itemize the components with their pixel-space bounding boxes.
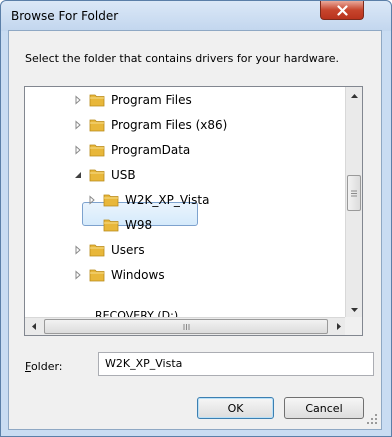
vertical-scroll-thumb[interactable] bbox=[347, 175, 361, 211]
expand-arrow-icon[interactable] bbox=[73, 245, 83, 255]
grip-icon bbox=[351, 190, 357, 196]
expand-arrow-icon[interactable] bbox=[73, 270, 83, 280]
scrollbar-corner bbox=[345, 317, 362, 335]
tree-item-w2k-xp-vista[interactable]: W2K_XP_Vista bbox=[87, 189, 209, 211]
scroll-left-button[interactable] bbox=[25, 318, 42, 335]
tree-item-program-files-x86[interactable]: Program Files (x86) bbox=[73, 114, 227, 136]
resize-grip-icon[interactable] bbox=[366, 413, 378, 425]
tree-item-label: USB bbox=[111, 168, 136, 182]
folder-tree[interactable]: Program Files Program Files (x86) Progra… bbox=[24, 86, 363, 336]
expand-arrow-icon[interactable] bbox=[73, 95, 83, 105]
close-button[interactable] bbox=[320, 1, 364, 20]
ok-button[interactable]: OK bbox=[197, 397, 274, 419]
tree-item-label: Program Files bbox=[111, 93, 192, 107]
expand-arrow-icon[interactable] bbox=[73, 145, 83, 155]
tree-item-label: Windows bbox=[111, 268, 165, 282]
tree-item-programdata[interactable]: ProgramData bbox=[73, 139, 190, 161]
tree-item-label: ProgramData bbox=[111, 143, 191, 157]
window-title: Browse For Folder bbox=[11, 9, 119, 23]
tree-item-label: Program Files (x86) bbox=[111, 118, 228, 132]
cancel-button[interactable]: Cancel bbox=[284, 397, 364, 419]
tree-item-label: Users bbox=[111, 243, 145, 257]
scroll-left-icon bbox=[31, 323, 36, 330]
tree-item-label: W98 bbox=[125, 218, 153, 232]
scroll-up-icon bbox=[350, 93, 358, 98]
scroll-right-icon bbox=[336, 323, 341, 330]
folder-icon bbox=[89, 269, 105, 282]
close-icon bbox=[336, 4, 348, 16]
expand-arrow-icon[interactable] bbox=[73, 120, 83, 130]
tree-item-usb[interactable]: USB bbox=[73, 164, 136, 186]
folder-icon bbox=[89, 94, 105, 107]
vertical-scrollbar[interactable] bbox=[345, 87, 362, 318]
tree-item-program-files[interactable]: Program Files bbox=[73, 89, 192, 111]
horizontal-scroll-thumb[interactable] bbox=[44, 319, 328, 334]
folder-input[interactable]: W2K_XP_Vista bbox=[98, 352, 374, 376]
grip-icon bbox=[183, 323, 189, 330]
tree-item-label: W2K_XP_Vista bbox=[125, 193, 210, 207]
folder-icon bbox=[103, 219, 119, 232]
folder-label-text: older: bbox=[30, 360, 63, 373]
scroll-up-button[interactable] bbox=[346, 87, 362, 104]
collapse-arrow-icon[interactable] bbox=[73, 170, 83, 180]
instruction-text: Select the folder that contains drivers … bbox=[25, 52, 340, 65]
horizontal-scrollbar[interactable] bbox=[25, 317, 347, 335]
scroll-down-icon bbox=[350, 307, 358, 312]
expand-arrow-icon[interactable] bbox=[87, 195, 97, 205]
folder-icon bbox=[89, 169, 105, 182]
folder-icon bbox=[89, 144, 105, 157]
tree-item-w98[interactable]: W98 bbox=[103, 214, 152, 236]
tree-item-windows[interactable]: Windows bbox=[73, 264, 165, 286]
scroll-down-button[interactable] bbox=[346, 301, 362, 318]
folder-field-label: Folder: bbox=[25, 360, 63, 373]
folder-icon bbox=[89, 119, 105, 132]
title-bar[interactable]: Browse For Folder bbox=[1, 1, 391, 31]
folder-icon bbox=[103, 194, 119, 207]
tree-item-users[interactable]: Users bbox=[73, 239, 145, 261]
folder-icon bbox=[89, 244, 105, 257]
